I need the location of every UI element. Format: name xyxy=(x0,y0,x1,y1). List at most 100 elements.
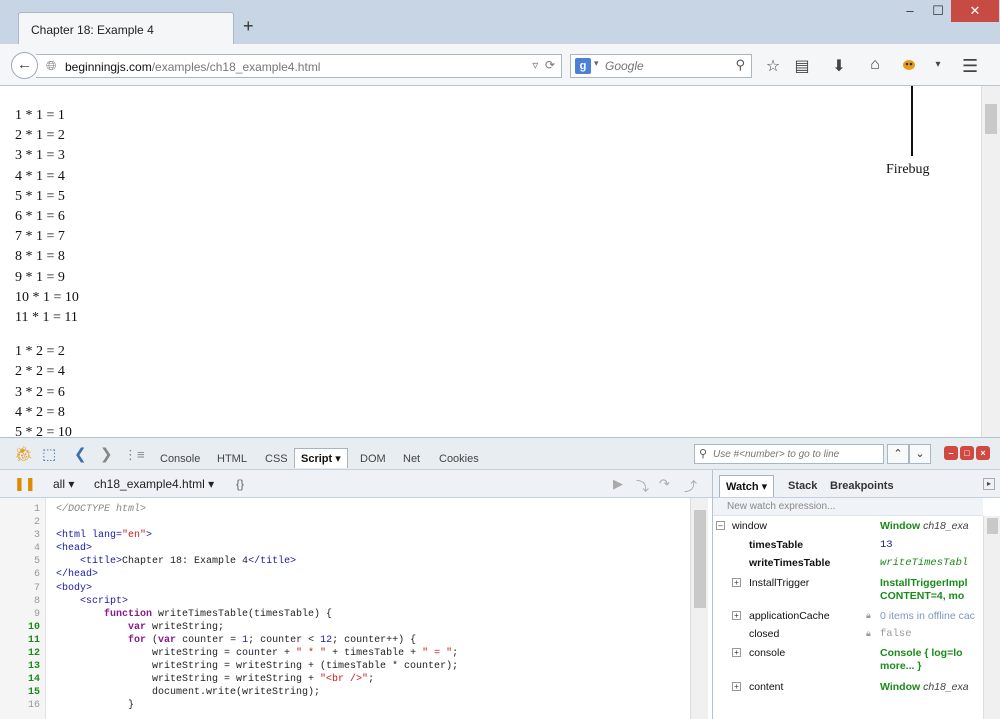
firebug-icon[interactable] xyxy=(901,56,917,72)
tab-net[interactable]: Net xyxy=(403,453,420,465)
new-watch-expression[interactable]: New watch expression... xyxy=(713,498,983,516)
code-line[interactable]: 9 function writeTimesTable(timesTable) { xyxy=(0,608,690,621)
line-search-input[interactable] xyxy=(713,447,878,461)
tab-html[interactable]: HTML xyxy=(217,453,247,465)
page-scrollbar[interactable] xyxy=(981,86,1000,437)
script-file-dropdown[interactable]: ch18_example4.html ▾ xyxy=(94,477,214,491)
search-input[interactable] xyxy=(605,57,725,75)
address-bar[interactable]: 🌐︎ beginningjs.com/examples/ch18_example… xyxy=(36,54,562,78)
tab-watch[interactable]: Watch ▾ xyxy=(719,475,775,497)
output-line: 8 * 1 = 8 xyxy=(15,249,65,265)
watch-scrollbar[interactable] xyxy=(983,516,1000,719)
new-tab-button[interactable]: + xyxy=(243,17,254,35)
line-number[interactable]: 7 xyxy=(0,582,40,595)
code-scrollbar[interactable] xyxy=(690,498,708,719)
resume-icon[interactable]: ▶ xyxy=(613,476,623,492)
panel-options-icon[interactable]: ▸ xyxy=(983,478,995,490)
bookmark-star-icon[interactable]: ☆ xyxy=(762,56,784,76)
line-number[interactable]: 14 xyxy=(0,673,40,686)
firebug-detach-icon[interactable]: □ xyxy=(960,446,974,460)
line-number[interactable]: 8 xyxy=(0,595,40,608)
line-number[interactable]: 1 xyxy=(0,503,40,516)
chevron-down-icon[interactable]: ▾ xyxy=(594,58,599,69)
inspect-icon[interactable]: ⬚ xyxy=(42,445,56,463)
code-line[interactable]: 7 <body> xyxy=(0,582,690,595)
line-number[interactable]: 10 xyxy=(0,621,40,634)
expand-icon[interactable]: + xyxy=(732,578,741,587)
google-icon[interactable]: g xyxy=(575,58,591,74)
firebug-menu-chevron-icon[interactable]: ▾ xyxy=(927,59,949,70)
line-number[interactable]: 15 xyxy=(0,686,40,699)
code-line[interactable]: 6 </head> xyxy=(0,568,690,581)
expand-icon[interactable]: + xyxy=(732,648,741,657)
firebug-close-icon[interactable]: × xyxy=(976,446,990,460)
watch-scrollbar-thumb[interactable] xyxy=(987,518,998,534)
forward-icon[interactable]: ❯ xyxy=(100,445,113,463)
line-number[interactable]: 9 xyxy=(0,608,40,621)
back-button[interactable]: ← xyxy=(11,52,38,79)
code-line[interactable]: 5 <title>Chapter 18: Example 4</title> xyxy=(0,555,690,568)
search-icon[interactable]: ⚲ xyxy=(735,57,745,73)
tab-script[interactable]: Script ▾ xyxy=(294,448,348,468)
tab-dom[interactable]: DOM xyxy=(360,453,386,465)
tab-cookies[interactable]: Cookies xyxy=(439,453,479,465)
reload-icon[interactable]: ▿ ⟳ xyxy=(532,58,555,72)
code-line[interactable]: 14 writeString = writeString + "<br />"; xyxy=(0,673,690,686)
maximize-button[interactable]: ☐ xyxy=(925,0,951,22)
firebug-minimize-icon[interactable]: – xyxy=(944,446,958,460)
line-number[interactable]: 5 xyxy=(0,555,40,568)
code-line[interactable]: 16 } xyxy=(0,699,690,712)
pretty-print-button[interactable]: {} xyxy=(236,477,244,491)
command-editor-icon[interactable]: ⋮≡ xyxy=(124,447,145,463)
line-number[interactable]: 16 xyxy=(0,699,40,712)
browser-tab[interactable]: Chapter 18: Example 4 xyxy=(18,12,234,45)
search-box[interactable]: g ▾ ⚲ xyxy=(570,54,752,78)
script-filter-dropdown[interactable]: all ▾ xyxy=(53,477,74,491)
minimize-button[interactable]: – xyxy=(895,0,925,22)
line-number[interactable]: 4 xyxy=(0,542,40,555)
step-into-icon[interactable]: ⤵ xyxy=(636,476,649,495)
home-icon[interactable]: ⌂ xyxy=(864,56,886,74)
pause-icon[interactable]: ❚❚ xyxy=(14,476,36,492)
tab-strip: Chapter 18: Example 4 + – ☐ ✕ xyxy=(0,0,1000,45)
expand-icon[interactable]: + xyxy=(732,682,741,691)
code-line[interactable]: 10 var writeString; xyxy=(0,621,690,634)
tab-css[interactable]: CSS xyxy=(265,453,288,465)
reading-list-icon[interactable]: ▤ xyxy=(791,56,813,76)
line-number[interactable]: 12 xyxy=(0,647,40,660)
code-line[interactable]: 13 writeString = writeString + (timesTab… xyxy=(0,660,690,673)
output-line: 10 * 1 = 10 xyxy=(15,289,79,305)
code-line[interactable]: 12 writeString = counter + " * " + times… xyxy=(0,647,690,660)
back-icon[interactable]: ❮ xyxy=(74,445,87,463)
code-line[interactable]: 4 <head> xyxy=(0,542,690,555)
search-down-button[interactable]: ⌄ xyxy=(909,444,931,464)
firebug-logo-icon[interactable]: 🐞︎ xyxy=(14,445,33,463)
download-icon[interactable]: ⬇ xyxy=(828,56,850,76)
code-line[interactable]: 3 <html lang="en"> xyxy=(0,529,690,542)
line-number[interactable]: 13 xyxy=(0,660,40,673)
tab-stack[interactable]: Stack xyxy=(788,480,817,492)
tab-console[interactable]: Console xyxy=(160,453,200,465)
hamburger-menu-icon[interactable]: ☰ xyxy=(962,56,978,77)
line-number[interactable]: 6 xyxy=(0,568,40,581)
expand-icon[interactable]: + xyxy=(732,611,741,620)
code-scrollbar-thumb[interactable] xyxy=(694,510,706,608)
page-scrollbar-thumb[interactable] xyxy=(985,104,997,134)
collapse-icon[interactable]: – xyxy=(716,521,725,530)
line-search-box[interactable]: ⚲ xyxy=(694,444,884,464)
tab-breakpoints[interactable]: Breakpoints xyxy=(830,480,894,492)
step-out-icon[interactable]: ⤴ xyxy=(684,476,697,495)
step-over-icon[interactable]: ↷ xyxy=(659,476,670,492)
line-number[interactable]: 3 xyxy=(0,529,40,542)
search-up-button[interactable]: ⌃ xyxy=(887,444,909,464)
code-line[interactable]: 15 document.write(writeString); xyxy=(0,686,690,699)
code-line[interactable]: 11 for (var counter = 1; counter < 12; c… xyxy=(0,634,690,647)
close-window-button[interactable]: ✕ xyxy=(951,0,999,22)
line-number[interactable]: 2 xyxy=(0,516,40,529)
code-line[interactable]: 1 </DOCTYPE html> xyxy=(0,503,690,516)
code-line[interactable]: 2 xyxy=(0,516,690,529)
search-icon: ⚲ xyxy=(699,448,708,460)
line-number[interactable]: 11 xyxy=(0,634,40,647)
output-line: 5 * 2 = 10 xyxy=(15,425,72,437)
code-line[interactable]: 8 <script> xyxy=(0,595,690,608)
